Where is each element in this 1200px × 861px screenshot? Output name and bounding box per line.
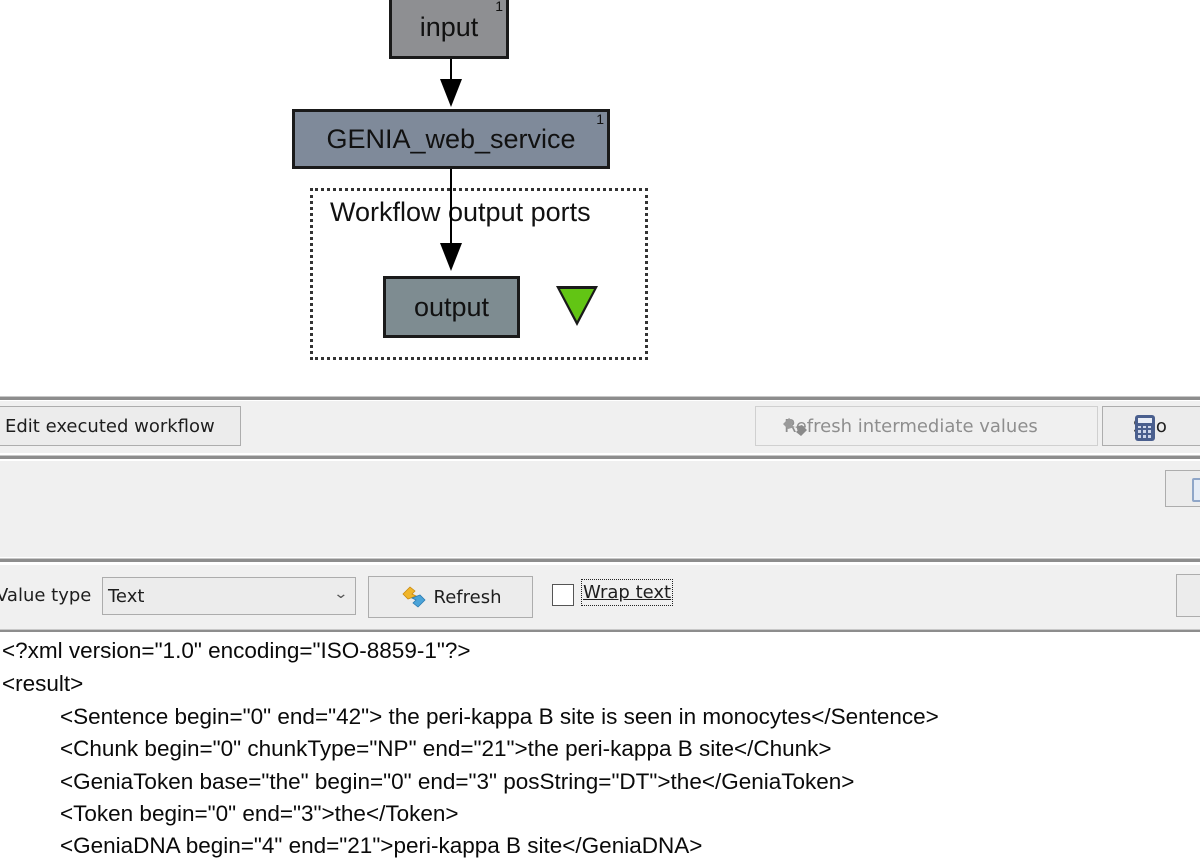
wrap-text-checkbox[interactable] xyxy=(552,584,574,606)
edit-executed-workflow-button[interactable]: Edit executed workflow xyxy=(0,406,241,446)
refresh-intermediate-values-button[interactable]: Refresh intermediate values xyxy=(755,406,1098,446)
output-line: <Token begin="0" end="3">the</Token> xyxy=(60,801,459,826)
genia-node-label: GENIA_web_service xyxy=(326,123,576,154)
output-port-triangle-fill xyxy=(560,289,594,321)
refresh-intermediate-label: Refresh intermediate values xyxy=(784,415,1038,437)
refresh-icon xyxy=(783,418,807,436)
input-node-label: input xyxy=(419,12,479,42)
genia-node-badge: 1 xyxy=(596,111,604,127)
arrowhead-icon xyxy=(440,79,462,107)
output-line: <GeniaToken base="the" begin="0" end="3"… xyxy=(60,769,855,794)
wrap-text-label[interactable]: Wrap text xyxy=(580,579,674,606)
toolbar-right-button[interactable] xyxy=(1176,574,1200,617)
calculator-icon xyxy=(1135,415,1155,441)
output-line: <result> xyxy=(2,671,84,696)
genia-web-service-node[interactable]: GENIA_web_service 1 xyxy=(292,109,610,169)
output-line: <Sentence begin="0" end="42"> the peri-k… xyxy=(60,704,939,729)
value-type-select[interactable]: Text ⌄ xyxy=(102,577,356,615)
output-node[interactable]: output xyxy=(383,276,520,338)
value-type-selected: Text xyxy=(108,585,145,607)
output-node-label: output xyxy=(413,291,490,322)
refresh-icon xyxy=(401,586,426,608)
chevron-down-icon: ⌄ xyxy=(333,586,349,602)
arrowhead-icon xyxy=(440,243,462,271)
results-panel-toolbar xyxy=(0,461,1200,557)
divider xyxy=(0,558,1200,562)
output-line: <Chunk begin="0" chunkType="NP" end="21"… xyxy=(60,736,832,761)
edge-service-to-output xyxy=(450,169,452,245)
value-toolbar: Value type Text ⌄ Refresh Wrap text xyxy=(0,565,1200,629)
divider xyxy=(0,455,1200,459)
output-line: <GeniaDNA begin="4" end="21">peri-kappa … xyxy=(60,833,703,858)
refresh-button-label: Refresh xyxy=(433,586,502,608)
input-node[interactable]: input 1 xyxy=(389,0,509,59)
divider xyxy=(0,396,1200,400)
workflow-diagram: input 1 GENIA_web_service 1 Workflow out… xyxy=(0,0,1200,396)
value-text-output[interactable]: <?xml version="1.0" encoding="ISO-8859-1… xyxy=(0,633,1200,861)
copy-icon xyxy=(1192,478,1200,502)
divider xyxy=(0,629,1200,632)
edit-executed-workflow-label: Edit executed workflow xyxy=(5,415,215,437)
workflow-toolbar: Edit executed workflow Refresh intermedi… xyxy=(0,401,1200,453)
output-group-label: Workflow output ports xyxy=(330,197,591,227)
show-button[interactable]: Sho xyxy=(1102,406,1200,446)
copy-button[interactable] xyxy=(1165,470,1200,507)
input-node-badge: 1 xyxy=(495,0,503,14)
refresh-button[interactable]: Refresh xyxy=(368,576,533,618)
output-line: <?xml version="1.0" encoding="ISO-8859-1… xyxy=(2,638,471,663)
value-type-label: Value type xyxy=(0,585,92,606)
